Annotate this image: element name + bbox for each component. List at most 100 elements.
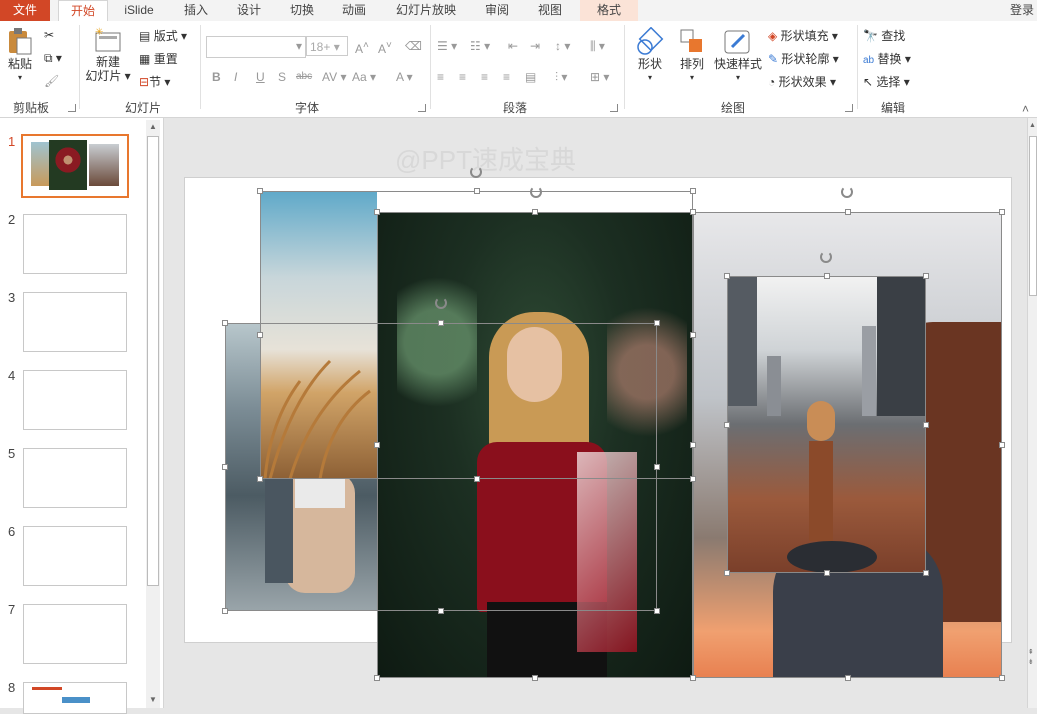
resize-handle[interactable] bbox=[690, 209, 696, 215]
resize-handle[interactable] bbox=[724, 421, 730, 428]
resize-handle[interactable] bbox=[690, 188, 696, 194]
change-case-button[interactable]: Aa ▾ bbox=[352, 69, 376, 85]
slide-thumbnail-8[interactable] bbox=[23, 682, 127, 714]
rotate-handle-icon[interactable] bbox=[820, 251, 832, 263]
clipboard-launcher-icon[interactable] bbox=[68, 104, 76, 112]
resize-handle[interactable] bbox=[257, 476, 263, 482]
layout-button[interactable]: ▤ 版式 ▾ bbox=[139, 28, 187, 44]
tab-islide[interactable]: iSlide bbox=[116, 0, 162, 21]
tab-view[interactable]: 视图 bbox=[530, 0, 570, 21]
slide-thumbnail-2[interactable] bbox=[23, 214, 127, 274]
resize-handle[interactable] bbox=[532, 209, 538, 215]
collapse-ribbon-icon[interactable]: ˄ bbox=[1022, 101, 1029, 117]
bullets-button[interactable]: ☰ ▾ bbox=[437, 38, 457, 54]
new-slide-button[interactable]: ✳ 新建 幻灯片 ▾ bbox=[84, 27, 132, 83]
photo-city-street[interactable] bbox=[727, 276, 926, 573]
reset-button[interactable]: ▦ 重置 bbox=[139, 51, 178, 67]
align-left-button[interactable]: ≡ bbox=[437, 69, 444, 85]
login-link[interactable]: 登录 bbox=[1010, 0, 1037, 21]
slide-thumbnail-5[interactable] bbox=[23, 448, 127, 508]
resize-handle[interactable] bbox=[923, 273, 929, 279]
resize-handle[interactable] bbox=[923, 421, 929, 428]
photo-woman-red-dress[interactable] bbox=[377, 212, 693, 678]
find-button[interactable]: 🔭 查找 bbox=[863, 28, 905, 44]
font-color-button[interactable]: A ▾ bbox=[396, 69, 413, 85]
text-direction-button[interactable]: ⫼ ▾ bbox=[590, 38, 605, 54]
cut-button[interactable]: ✂ bbox=[44, 27, 54, 43]
scrollbar-thumb[interactable] bbox=[1029, 136, 1037, 296]
slide-thumbnail-3[interactable] bbox=[23, 292, 127, 352]
clear-format-icon[interactable]: ⌫ bbox=[405, 38, 422, 54]
resize-handle[interactable] bbox=[374, 675, 380, 681]
resize-handle[interactable] bbox=[222, 464, 228, 470]
resize-handle[interactable] bbox=[532, 675, 538, 681]
copy-button[interactable]: ⧉ ▾ bbox=[44, 50, 62, 66]
resize-handle[interactable] bbox=[690, 442, 696, 448]
resize-handle[interactable] bbox=[844, 675, 851, 681]
tab-file[interactable]: 文件 bbox=[0, 0, 50, 21]
tab-transitions[interactable]: 切换 bbox=[282, 0, 322, 21]
scroll-down-icon[interactable]: ▼ bbox=[146, 693, 160, 707]
char-spacing-button[interactable]: AV ▾ bbox=[322, 69, 346, 85]
resize-handle[interactable] bbox=[690, 476, 696, 482]
increase-indent-button[interactable]: ⇥ bbox=[530, 38, 540, 54]
font-launcher-icon[interactable] bbox=[418, 104, 426, 112]
resize-handle[interactable] bbox=[374, 209, 380, 215]
section-button[interactable]: ⊟节 ▾ bbox=[139, 74, 170, 90]
resize-handle[interactable] bbox=[654, 320, 660, 326]
justify-button[interactable]: ≡ bbox=[503, 69, 510, 85]
resize-handle[interactable] bbox=[724, 570, 730, 576]
slide-thumbnail-6[interactable] bbox=[23, 526, 127, 586]
replace-button[interactable]: ab 替换 ▾ bbox=[863, 51, 911, 69]
align-right-button[interactable]: ≡ bbox=[481, 69, 488, 85]
resize-handle[interactable] bbox=[999, 675, 1005, 681]
tab-format[interactable]: 格式 bbox=[580, 0, 638, 21]
tab-slideshow[interactable]: 幻灯片放映 bbox=[390, 0, 462, 21]
photo-wheat-field[interactable] bbox=[260, 191, 377, 479]
rotate-handle-icon[interactable] bbox=[841, 186, 853, 198]
drawing-launcher-icon[interactable] bbox=[845, 104, 853, 112]
format-painter-button[interactable]: 🖌 bbox=[44, 73, 59, 89]
paste-button[interactable]: 粘贴 ▾ bbox=[4, 27, 36, 85]
resize-handle[interactable] bbox=[374, 442, 380, 448]
columns-button[interactable]: ⫶ ▾ bbox=[555, 69, 567, 85]
italic-button[interactable]: I bbox=[234, 69, 237, 85]
select-button[interactable]: ↖ 选择 ▾ bbox=[863, 74, 910, 90]
resize-handle[interactable] bbox=[222, 320, 228, 326]
shadow-button[interactable]: S bbox=[278, 69, 286, 85]
resize-handle[interactable] bbox=[473, 476, 480, 482]
resize-handle[interactable] bbox=[999, 442, 1005, 448]
quick-styles-button[interactable]: 快速样式 ▾ bbox=[713, 27, 763, 85]
font-size-input[interactable]: 18+ ▾ bbox=[306, 36, 348, 56]
scroll-up-icon[interactable]: ▲ bbox=[1029, 122, 1037, 130]
arrange-button[interactable]: 排列 ▾ bbox=[674, 27, 710, 85]
resize-handle[interactable] bbox=[654, 608, 660, 614]
page-nav-icon[interactable]: ⇞ ⇟ bbox=[1028, 648, 1037, 668]
resize-handle[interactable] bbox=[222, 608, 228, 614]
align-center-button[interactable]: ≡ bbox=[459, 69, 466, 85]
resize-handle[interactable] bbox=[923, 570, 929, 576]
thumbnail-scrollbar[interactable]: ▲ ▼ bbox=[146, 120, 160, 708]
tab-review[interactable]: 审阅 bbox=[477, 0, 517, 21]
scroll-up-icon[interactable]: ▲ bbox=[146, 120, 160, 134]
shape-outline-button[interactable]: ✎ 形状轮廓 ▾ bbox=[768, 51, 839, 67]
increase-font-button[interactable]: A˄ bbox=[355, 38, 369, 57]
line-spacing-button[interactable]: ↕ ▾ bbox=[555, 38, 570, 54]
distributed-button[interactable]: ▤ bbox=[525, 69, 536, 85]
rotate-handle-icon[interactable] bbox=[530, 186, 542, 198]
bold-button[interactable]: B bbox=[212, 69, 221, 85]
resize-handle[interactable] bbox=[654, 464, 660, 470]
font-name-input[interactable]: ▾ bbox=[206, 36, 306, 58]
resize-handle[interactable] bbox=[999, 209, 1005, 215]
paragraph-launcher-icon[interactable] bbox=[610, 104, 618, 112]
shape-fill-button[interactable]: ◈ 形状填充 ▾ bbox=[768, 28, 838, 44]
resize-handle[interactable] bbox=[257, 188, 263, 194]
strikethrough-button[interactable]: abc bbox=[296, 69, 312, 85]
shapes-button[interactable]: 形状 ▾ bbox=[630, 27, 670, 85]
numbering-button[interactable]: ☷ ▾ bbox=[470, 38, 490, 54]
tab-animations[interactable]: 动画 bbox=[334, 0, 374, 21]
decrease-indent-button[interactable]: ⇤ bbox=[508, 38, 518, 54]
scrollbar-thumb[interactable] bbox=[147, 136, 159, 586]
decrease-font-button[interactable]: A˅ bbox=[378, 38, 392, 57]
resize-handle[interactable] bbox=[844, 209, 851, 215]
